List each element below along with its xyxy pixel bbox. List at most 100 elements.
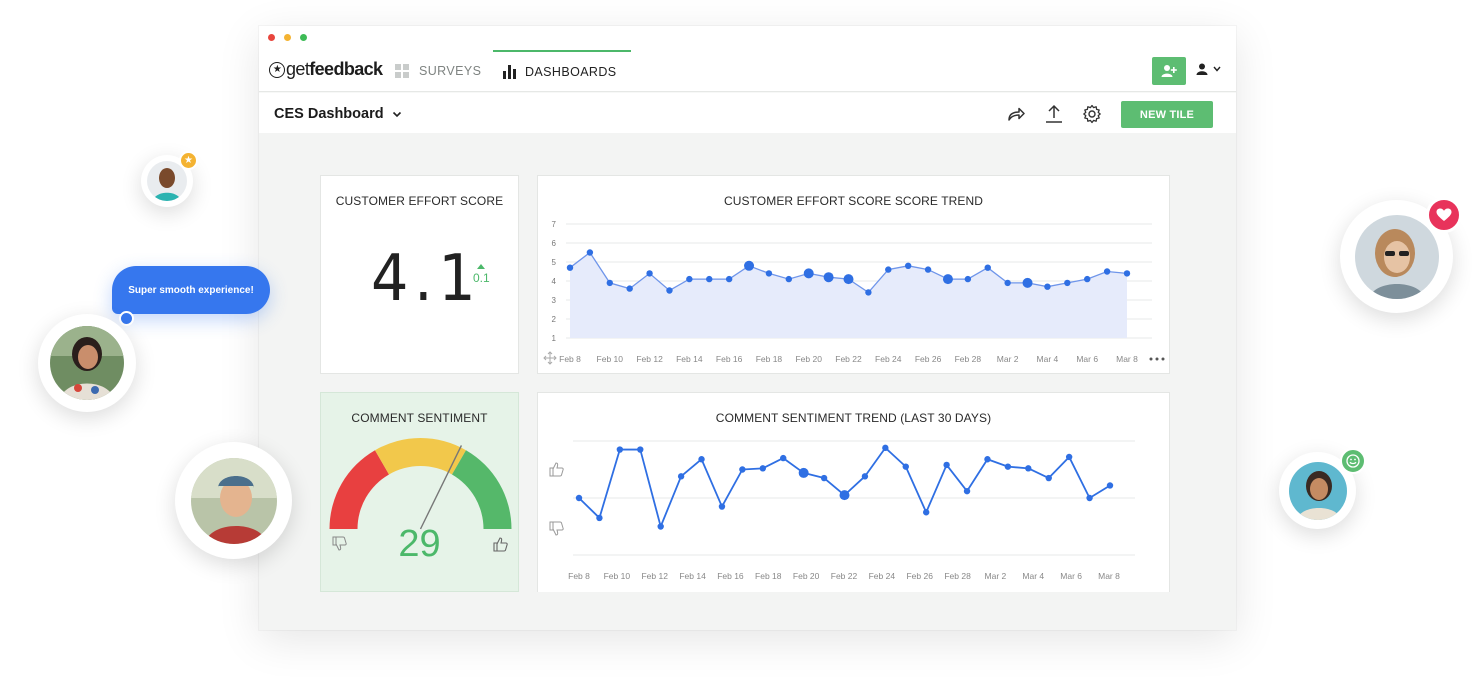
data-point: [843, 274, 854, 285]
data-point: [566, 264, 574, 271]
chat-bubble-tail: [119, 311, 134, 326]
thumbs-down-shape: [549, 521, 564, 536]
x-tick-label: Mar 6: [1060, 571, 1082, 581]
x-tick-label: Feb 20: [793, 571, 820, 581]
tab-surveys[interactable]: SURVEYS: [395, 50, 481, 92]
x-tick-label: Mar 6: [1076, 354, 1098, 364]
smiley-icon: [1346, 454, 1360, 468]
thumbs-up-shape: [549, 462, 564, 477]
dashboard-canvas: CUSTOMER EFFORT SCORE 4.1 0.1 CUSTOMER E…: [259, 133, 1236, 630]
data-point: [861, 473, 869, 480]
x-tick-label: Mar 8: [1098, 571, 1120, 581]
data-point: [904, 262, 912, 269]
ces-score-tile[interactable]: CUSTOMER EFFORT SCORE 4.1 0.1: [320, 175, 519, 374]
data-point: [1064, 279, 1071, 287]
data-point: [586, 249, 594, 256]
logo[interactable]: ★ get feedback: [269, 59, 383, 80]
sentiment-trend-chart: Feb 8 Feb 10 Feb 12 Feb 14 Feb 16 Feb 18 Feb 2…: [549, 440, 1135, 581]
data-point: [885, 266, 892, 273]
data-point: [637, 446, 644, 453]
data-point: [1004, 463, 1012, 470]
x-tick-label: Mar 4: [1037, 354, 1059, 364]
data-point: [1086, 494, 1093, 502]
data-point: [1065, 453, 1073, 461]
ces-trend-tile[interactable]: CUSTOMER EFFORT SCORE SCORE TREND 123456…: [537, 175, 1170, 374]
data-point: [924, 266, 932, 273]
data-point: [1025, 465, 1032, 472]
data-point: [646, 270, 653, 277]
data-point: [1103, 268, 1111, 275]
sentiment-value: 29: [398, 523, 441, 565]
x-tick-label: Feb 28: [955, 354, 982, 364]
thumbs-up-icon: [549, 462, 564, 477]
dashboard-selector[interactable]: CES Dashboard: [274, 106, 402, 122]
x-tick-label: Feb 8: [568, 571, 590, 581]
close-window-button[interactable]: [268, 34, 275, 41]
chevron-down-icon: [1213, 66, 1221, 72]
comment-sentiment-tile[interactable]: COMMENT SENTIMENT 29: [320, 392, 519, 592]
x-tick-label: Feb 14: [679, 571, 706, 581]
data-point: [706, 275, 713, 283]
trend-up-icon: [477, 264, 486, 269]
smiley-badge: [1340, 448, 1366, 474]
data-point: [780, 454, 787, 462]
data-point: [964, 275, 972, 283]
avatar-customer-2: [38, 314, 136, 412]
data-point: [865, 289, 872, 296]
x-tick-label: Mar 8: [1116, 354, 1138, 364]
data-point: [1123, 270, 1131, 277]
data-point: [718, 503, 726, 510]
avatar-photo: [1288, 461, 1347, 520]
add-user-button[interactable]: [1152, 57, 1186, 85]
data-point: [759, 465, 767, 472]
gauge-segment-neutral: [375, 438, 466, 475]
top-navigation: ★ get feedback SURVEYS DASHBOARDS: [259, 50, 1236, 92]
thumbs-down-icon: [549, 521, 564, 536]
ellipsis-icon[interactable]: [1149, 356, 1165, 362]
x-tick-label: Feb 22: [831, 571, 858, 581]
add-user-icon: [1161, 65, 1177, 77]
data-point: [1045, 474, 1052, 482]
data-point: [616, 446, 624, 453]
chat-bubble-text: Super smooth experience!: [128, 284, 254, 296]
maximize-window-button[interactable]: [300, 34, 307, 41]
data-point: [677, 473, 685, 480]
data-point: [765, 270, 773, 277]
move-arrows-icon[interactable]: [543, 351, 557, 365]
data-point: [739, 466, 746, 473]
y-tick-label: 6: [552, 239, 557, 248]
data-point: [823, 272, 834, 283]
user-menu[interactable]: [1196, 63, 1221, 75]
x-tick-label: Feb 20: [795, 354, 822, 364]
new-tile-button[interactable]: NEW TILE: [1121, 101, 1213, 128]
minimize-window-button[interactable]: [284, 34, 291, 41]
tab-dashboards[interactable]: DASHBOARDS: [493, 50, 631, 92]
x-tick-label: Feb 24: [869, 571, 896, 581]
x-tick-label: Feb 8: [559, 354, 581, 364]
data-point: [1044, 283, 1051, 290]
heart-icon: [1436, 208, 1452, 221]
x-tick-label: Feb 14: [676, 354, 703, 364]
share-arrow-icon[interactable]: [1005, 103, 1027, 125]
data-point: [922, 509, 930, 516]
gear-icon[interactable]: [1081, 103, 1103, 125]
x-tick-label: Feb 12: [636, 354, 663, 364]
ces-score-title: CUSTOMER EFFORT SCORE: [335, 194, 504, 208]
series-line: [578, 446, 1111, 528]
ces-trend-chart: 1 2 3 4 5 6 7 Feb 8 Feb 10 Feb 12 Feb 14 Feb 16 Feb …: [552, 220, 1152, 364]
data-point: [1106, 482, 1114, 489]
x-tick-label: Feb 22: [835, 354, 862, 364]
upload-icon[interactable]: [1043, 103, 1065, 125]
data-point: [984, 264, 991, 271]
data-point: [963, 487, 971, 495]
y-tick-label: 2: [552, 315, 557, 324]
data-point: [1004, 279, 1011, 287]
x-tick-label: Feb 16: [716, 354, 743, 364]
x-tick-label: Feb 24: [875, 354, 902, 364]
ces-score-value: 4.1: [371, 242, 482, 316]
avatar-photo: [50, 326, 124, 400]
data-point: [575, 494, 583, 502]
avatar-photo: [190, 457, 277, 544]
sentiment-trend-tile[interactable]: COMMENT SENTIMENT TREND (LAST 30 DAYS) F…: [537, 392, 1170, 592]
tab-surveys-label: SURVEYS: [419, 64, 482, 78]
